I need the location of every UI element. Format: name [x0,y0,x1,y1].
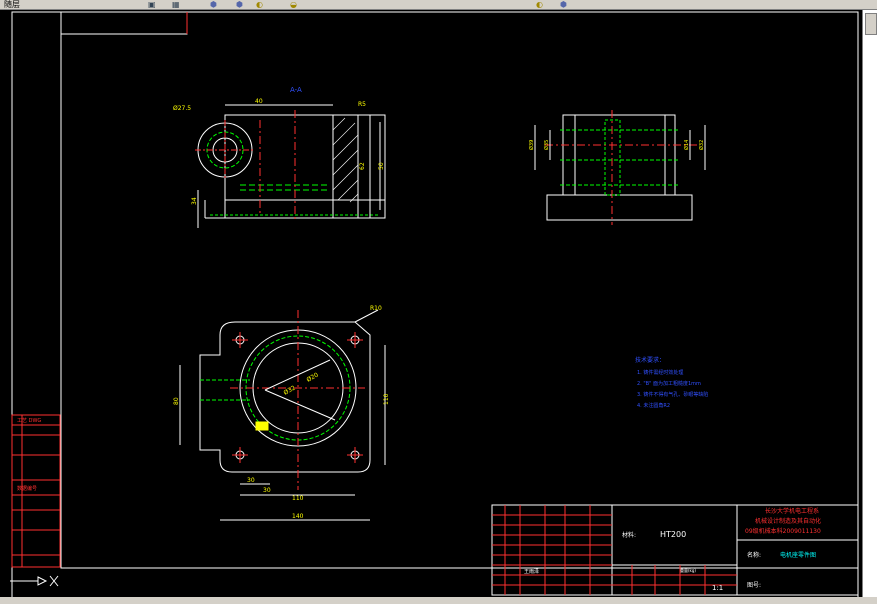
notes-line-2: 2. "B" 面为加工粗糙度1mm [637,380,701,387]
part-name-label: 名称: [747,551,761,559]
notes-line-3: 3. 铸件不得有气孔、砂眼等缺陷 [637,391,708,398]
status-bar [0,597,877,604]
layer-icon[interactable]: ▣ [148,0,156,9]
dim-right-height: 110 [383,393,390,405]
dim-bottom-c: 110 [292,495,304,502]
scale-value: 1:1 [712,584,723,592]
render2-icon[interactable]: ⬢ [560,0,567,9]
tech-notes: 技术要求： 1. 铸件需经时效处理 2. "B" 面为加工粗糙度1mm 3. 铸… [635,356,708,409]
dim-top-width: 40 [255,98,263,105]
strip-label-2: 数据编号 [17,485,37,492]
dim-height-50: 50 [378,162,385,170]
school-line-3: 09级机械本科2009011130 [745,527,821,535]
notes-line-4: 4. 未注圆角R2 [637,402,670,409]
part-name-value: 电机座零件图 [780,551,816,559]
corner-box [60,11,188,35]
layer-dropdown[interactable]: 随层 [4,0,20,9]
school-line-2: 机械设计制造及其自动化 [755,517,821,525]
dim-right-3: Ø14 [683,140,690,150]
strip-label-1: 工艺 DWG [17,418,41,424]
notes-title: 技术要求： [635,356,665,364]
dim-dia-27: Ø27.5 [173,105,191,112]
dim-bottom-total: 140 [292,513,304,520]
ucs-icon [10,575,59,587]
drawing-no-label: 图号: [747,582,761,589]
school-line-1: 长沙大学机电工程系 [765,507,819,515]
inner-frame [60,11,859,569]
dim-left-34: 34 [191,197,198,205]
dim-right-2: Ø35 [543,140,550,150]
drawing-canvas[interactable]: 工艺 DWG 数据编号 A-A 40 R5 Ø27.5 62 50 34 Ø39… [0,10,862,603]
dim-dia-small: Ø20 [306,371,320,383]
material-label: 材料: [622,531,636,539]
material-icon[interactable]: ◒ [290,0,297,9]
print-icon[interactable]: ▦ [172,0,180,9]
plan-view [179,309,386,521]
render-icon[interactable]: ◐ [536,0,543,9]
dim-bottom-b: 30 [263,487,271,494]
dim-right-1: Ø39 [528,140,535,150]
dim-right-4: Ø32 [698,140,705,150]
dim-left-height: 80 [173,397,180,405]
outer-frame [11,11,859,603]
vertical-scrollbar[interactable] [862,10,877,597]
section-label: A-A [290,86,302,94]
cad-toolbar: 随层 ▣ ▦ ⬢ ⬢ ◐ ◒ ◐ ⬢ [0,0,877,10]
shade-icon[interactable]: ⬢ [210,0,217,9]
light-icon[interactable]: ◐ [256,0,263,9]
dim-r10: R10 [370,305,382,312]
weight-label: 重量(kg) [680,567,696,573]
dim-r6: R6 [258,426,265,432]
dim-dia-big: Ø32 [283,384,297,396]
cad-drawing: 工艺 DWG 数据编号 A-A 40 R5 Ø27.5 62 50 34 Ø39… [10,11,859,603]
designer-label: 王雨泽 [524,568,539,575]
view-icon[interactable]: ⬢ [236,0,243,9]
section-view [195,104,386,228]
notes-line-1: 1. 铸件需经时效处理 [637,369,683,376]
side-view [534,110,706,225]
scrollbar-thumb[interactable] [865,13,877,35]
dim-r5: R5 [358,101,366,108]
dim-height-62: 62 [359,162,366,170]
dim-bottom-a: 30 [247,477,255,484]
material-value: HT200 [660,530,686,539]
